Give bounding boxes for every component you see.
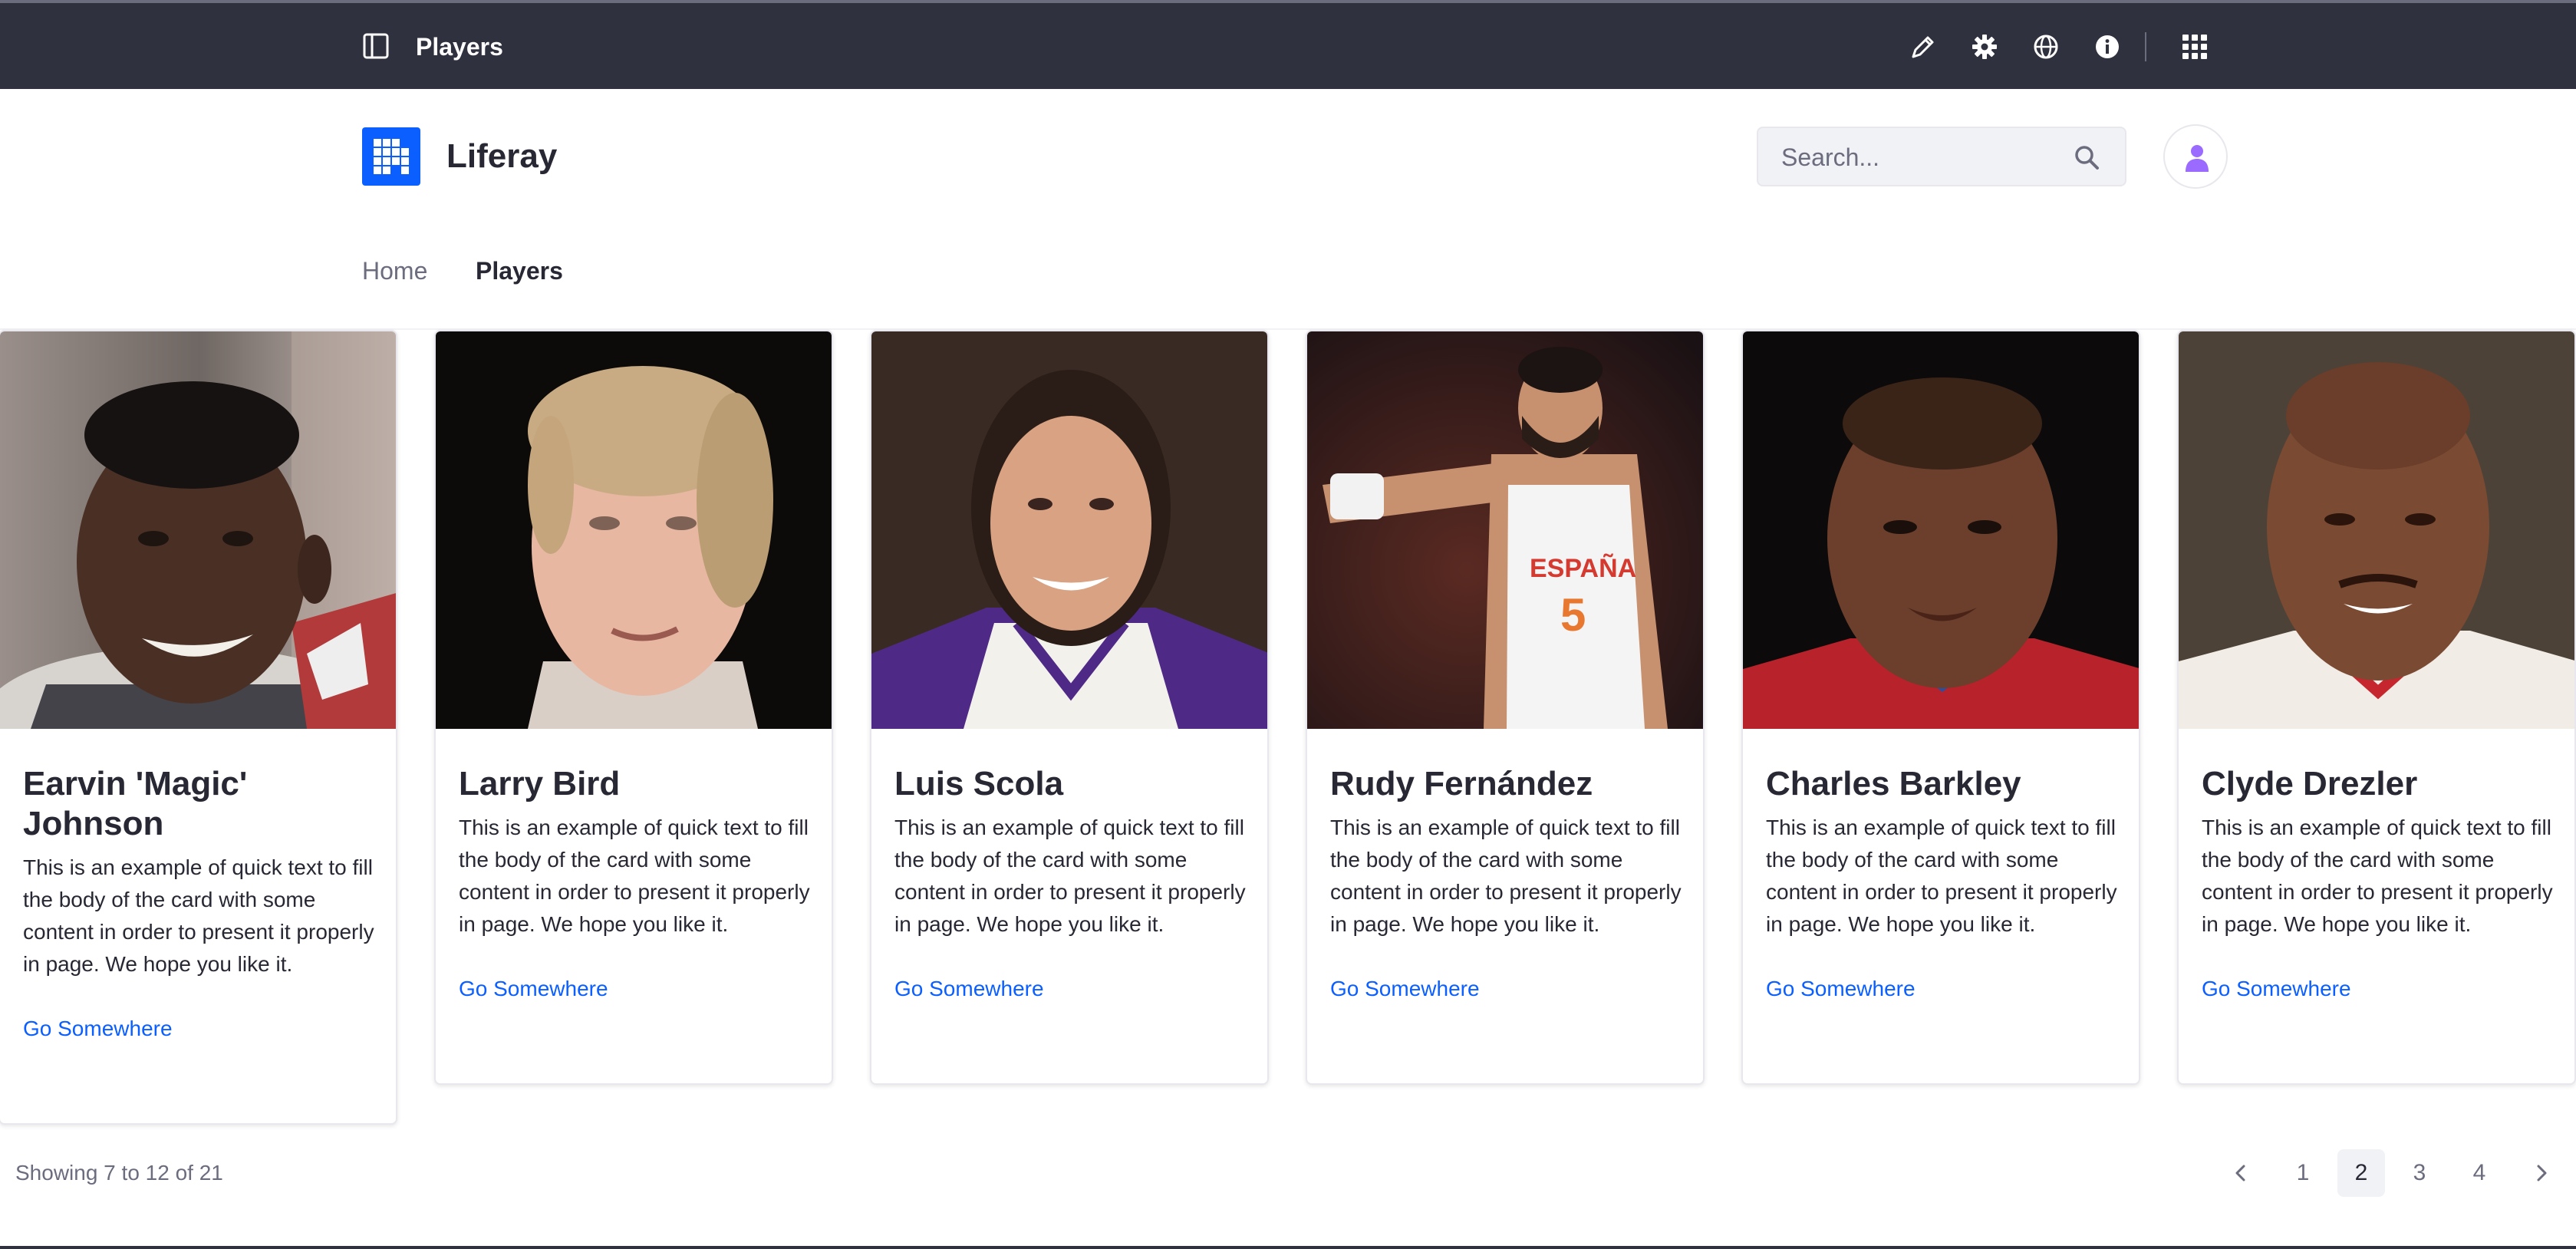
bottom-border [0,1246,2576,1249]
player-photo [2179,331,2574,729]
player-photo [436,331,832,729]
card-title: Earvin 'Magic' Johnson [23,765,248,842]
site-name[interactable]: Liferay [446,137,557,176]
player-card: Larry Bird This is an example of quick t… [434,330,833,1085]
card-text: This is an example of quick text to fill… [1330,816,1682,936]
go-somewhere-link[interactable]: Go Somewhere [2202,976,2558,1002]
card-title: Rudy Fernández [1330,765,1593,802]
card-text: This is an example of quick text to fill… [894,816,1246,936]
page-link-3[interactable]: 3 [2396,1149,2443,1197]
nav-item-players[interactable]: Players [476,256,563,285]
player-card: ESPAÑA 5 Rudy Fernández This is an examp… [1306,330,1705,1085]
control-menu-separator [2145,32,2146,61]
player-card: Luis Scola This is an example of quick t… [870,330,1269,1085]
globe-icon[interactable] [2031,32,2060,61]
sidebar-toggle-icon[interactable] [362,32,390,60]
go-somewhere-link[interactable]: Go Somewhere [1766,976,2122,1002]
pencil-icon[interactable] [1909,32,1938,61]
card-title: Charles Barkley [1766,765,2021,802]
chevron-left-icon [2235,1165,2245,1181]
user-icon [2186,145,2209,172]
page-link-1[interactable]: 1 [2279,1149,2327,1197]
player-card: Charles Barkley This is an example of qu… [1741,330,2140,1085]
card-text: This is an example of quick text to fill… [2202,816,2553,936]
page-link-2[interactable]: 2 [2337,1149,2385,1197]
player-photo [871,331,1267,729]
player-photo [1743,331,2139,729]
chevron-right-icon [2537,1165,2547,1181]
search-box[interactable] [1757,127,2126,186]
go-somewhere-link[interactable]: Go Somewhere [23,1016,379,1042]
search-input[interactable] [1781,142,2073,173]
apps-grid-icon[interactable] [2180,32,2209,61]
player-card: Earvin 'Magic' Johnson This is an exampl… [0,330,397,1125]
page-link-4[interactable]: 4 [2456,1149,2503,1197]
info-icon[interactable] [2093,32,2122,61]
gear-icon[interactable] [1970,32,1999,61]
player-card: Clyde Drezler This is an example of quic… [2177,330,2576,1085]
card-title: Larry Bird [459,765,621,802]
previous-page-button[interactable] [2217,1149,2265,1197]
pagination-results: Showing 7 to 12 of 21 [15,1161,223,1185]
control-menu: Players [0,0,2576,89]
card-title: Clyde Drezler [2202,765,2418,802]
svg-text:ESPAÑA: ESPAÑA [1530,554,1636,583]
card-title: Luis Scola [894,765,1064,802]
player-photo [0,331,396,729]
user-avatar-button[interactable] [2163,124,2228,189]
next-page-button[interactable] [2518,1149,2565,1197]
svg-text:5: 5 [1560,589,1586,641]
card-text: This is an example of quick text to fill… [1766,816,2117,936]
go-somewhere-link[interactable]: Go Somewhere [894,976,1250,1002]
control-menu-title: Players [416,33,503,61]
search-icon[interactable] [2071,142,2102,173]
site-logo[interactable] [362,127,420,186]
card-text: This is an example of quick text to fill… [459,816,810,936]
card-text: This is an example of quick text to fill… [23,855,374,976]
logo-grid-icon [374,139,409,174]
nav-item-home[interactable]: Home [362,256,427,285]
player-photo: ESPAÑA 5 [1307,331,1703,729]
go-somewhere-link[interactable]: Go Somewhere [1330,976,1686,1002]
go-somewhere-link[interactable]: Go Somewhere [459,976,815,1002]
